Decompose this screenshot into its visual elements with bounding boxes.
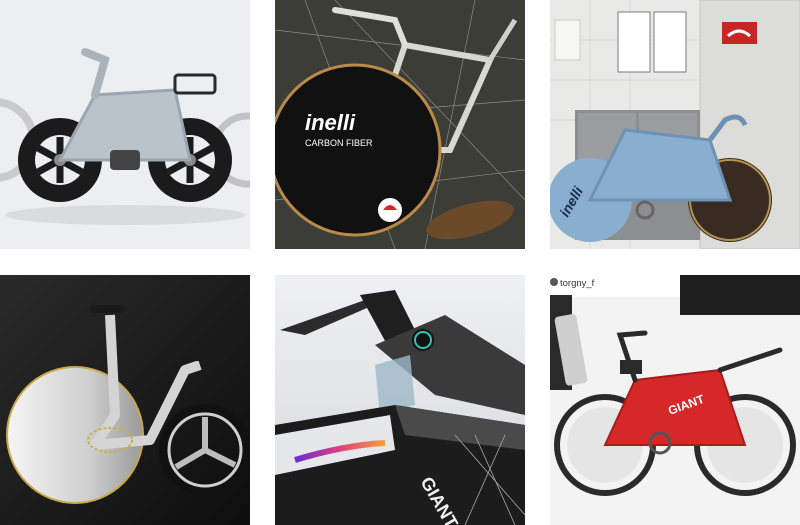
post-tile-cinelli-sketch[interactable]: inelli CARBON FIBER — [275, 0, 525, 249]
cinelli-track-bike-image: inelli — [550, 0, 800, 249]
cinelli-winged-logo-sign — [722, 22, 757, 44]
giant-cockpit-image: GIANT — [275, 275, 525, 525]
silver-render-bike-image — [0, 275, 250, 525]
post-tile-silver-render-bike[interactable] — [0, 275, 250, 525]
instagram-username[interactable]: torgny_f — [560, 278, 594, 289]
red-tt-sketch-image: GIANT — [550, 275, 800, 525]
post-tile-cinelli-track-bike[interactable]: inelli — [550, 0, 800, 249]
post-tile-white-concept-bike[interactable] — [0, 0, 250, 249]
cinelli-sketch-image: inelli CARBON FIBER — [275, 0, 525, 249]
carbon-fiber-label: CARBON FIBER — [305, 138, 373, 148]
post-tile-giant-cockpit[interactable]: GIANT — [275, 275, 525, 525]
post-tile-red-tt-sketch[interactable]: GIANT torgny_f — [550, 275, 800, 525]
white-concept-bike-image — [0, 0, 250, 249]
avatar[interactable] — [550, 278, 558, 286]
cinelli-wheel-logo: inelli — [305, 110, 356, 135]
